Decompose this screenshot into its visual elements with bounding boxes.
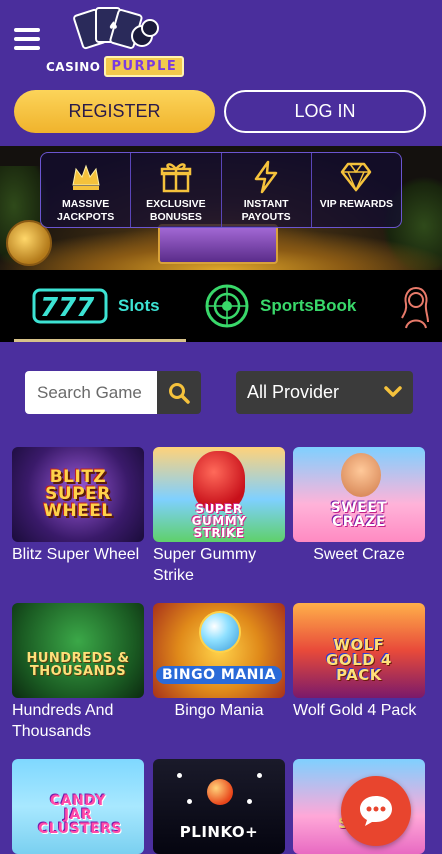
provider-dropdown[interactable]: All Provider (236, 371, 413, 414)
live-dealer-icon (401, 287, 429, 329)
game-thumbnail[interactable]: CANDY JAR CLUSTERS (12, 759, 144, 854)
svg-text:777: 777 (40, 293, 95, 323)
feature-exclusive-bonuses: EXCLUSIVE BONUSES (131, 153, 222, 227)
thumbnail-title: PLINKO+ (179, 823, 259, 841)
feature-instant-payouts: INSTANT PAYOUTS (222, 153, 312, 227)
game-thumbnail[interactable]: BLITZ SUPER WHEEL (12, 447, 144, 542)
sportsbook-icon (205, 284, 249, 328)
diamond-icon (341, 162, 372, 192)
tab-slots[interactable]: 777 Slots (0, 270, 186, 342)
game-name[interactable]: Blitz Super Wheel (12, 544, 144, 565)
game-name[interactable]: Wolf Gold 4 Pack (293, 700, 425, 721)
game-thumbnail[interactable]: SUPER GUMMY STRIKE (153, 447, 285, 542)
hamburger-menu-icon[interactable] (14, 28, 40, 50)
playing-cards-icon: ♠ (73, 7, 159, 50)
thumbnail-title: BLITZ SUPER WHEEL (43, 467, 113, 521)
provider-selected-value: All Provider (247, 382, 340, 402)
slots-777-icon: 777 (32, 288, 108, 324)
search-input[interactable] (37, 382, 157, 403)
feature-label: INSTANT PAYOUTS (241, 198, 291, 223)
game-card-candy-jar-clusters[interactable]: CANDY JAR CLUSTERS (12, 759, 144, 854)
game-card-wolf-gold-4-pack[interactable]: WOLF GOLD 4 PACK Wolf Gold 4 Pack (293, 603, 425, 721)
logo-purple-text: PURPLE (104, 56, 185, 77)
plinko-ball-graphic (207, 779, 233, 805)
bingo-dome-graphic (199, 611, 241, 653)
treasure-chest-decoration (158, 224, 278, 264)
game-name[interactable]: Bingo Mania (153, 700, 285, 721)
game-card-plinko-plus[interactable]: PLINKO+ (153, 759, 285, 854)
thumbnail-title: BINGO MANIA (156, 665, 282, 684)
game-name[interactable]: Super Gummy Strike (153, 544, 285, 586)
tab-live-dealer[interactable] (388, 270, 442, 342)
thumbnail-title: HUNDREDS & THOUSANDS (26, 650, 130, 679)
thumbnail-title: CANDY JAR CLUSTERS (38, 792, 123, 837)
search-icon (169, 382, 190, 404)
thumbnail-title: SWEET CRAZE (330, 499, 388, 530)
category-tabs: 777 Slots SportsBook (0, 270, 442, 342)
thumbnail-title: WOLF GOLD 4 PACK (326, 636, 392, 684)
site-header: ♠ CASINO PURPLE REGISTER LOG IN (0, 0, 442, 146)
game-card-hundreds-and-thousands[interactable]: HUNDREDS & THOUSANDS Hundreds And Thousa… (12, 603, 144, 742)
feature-vip-rewards: VIP REWARDS (312, 153, 401, 227)
game-thumbnail[interactable]: BINGO MANIA (153, 603, 285, 698)
promo-banner[interactable]: MASSIVE JACKPOTS EXCLUSIVE BONUSES INSTA… (0, 146, 442, 270)
game-card-blitz-super-wheel[interactable]: BLITZ SUPER WHEEL Blitz Super Wheel (12, 447, 144, 565)
search-button[interactable] (157, 371, 201, 414)
feature-massive-jackpots: MASSIVE JACKPOTS (41, 153, 132, 227)
chat-bubble-icon (360, 796, 392, 826)
game-name[interactable]: Sweet Craze (293, 544, 425, 565)
register-button[interactable]: REGISTER (14, 90, 215, 133)
tab-slots-label: Slots (118, 296, 160, 315)
game-thumbnail[interactable]: WOLF GOLD 4 PACK (293, 603, 425, 698)
game-thumbnail[interactable]: SWEET CRAZE (293, 447, 425, 542)
gift-icon (160, 163, 192, 193)
game-thumbnail[interactable]: HUNDREDS & THOUSANDS (12, 603, 144, 698)
live-chat-button[interactable] (341, 776, 411, 846)
game-card-sweet-craze[interactable]: SWEET CRAZE Sweet Craze (293, 447, 425, 565)
game-card-bingo-mania[interactable]: BINGO MANIA Bingo Mania (153, 603, 285, 721)
tab-sportsbook-label: SportsBook (260, 296, 357, 315)
feature-label: VIP REWARDS (319, 198, 394, 210)
tab-sportsbook[interactable]: SportsBook (186, 270, 388, 342)
login-button[interactable]: LOG IN (224, 90, 426, 133)
crown-icon (72, 164, 100, 190)
chevron-down-icon (384, 386, 402, 397)
feature-label: EXCLUSIVE BONUSES (146, 198, 206, 223)
search-input-wrapper (25, 371, 157, 414)
thumbnail-title: SUPER GUMMY STRIKE (191, 501, 247, 540)
game-thumbnail[interactable]: PLINKO+ (153, 759, 285, 854)
casino-purple-logo[interactable]: ♠ CASINO PURPLE (46, 6, 186, 78)
lightning-icon (254, 160, 278, 194)
game-card-super-gummy-strike[interactable]: SUPER GUMMY STRIKE Super Gummy Strike (153, 447, 285, 586)
character-graphic (341, 453, 381, 497)
game-name[interactable]: Hundreds And Thousands (12, 700, 144, 742)
logo-casino-text: CASINO (46, 59, 101, 74)
feature-label: MASSIVE JACKPOTS (57, 198, 115, 223)
svg-text:♠: ♠ (108, 19, 119, 33)
feature-strip: MASSIVE JACKPOTS EXCLUSIVE BONUSES INSTA… (40, 152, 402, 228)
